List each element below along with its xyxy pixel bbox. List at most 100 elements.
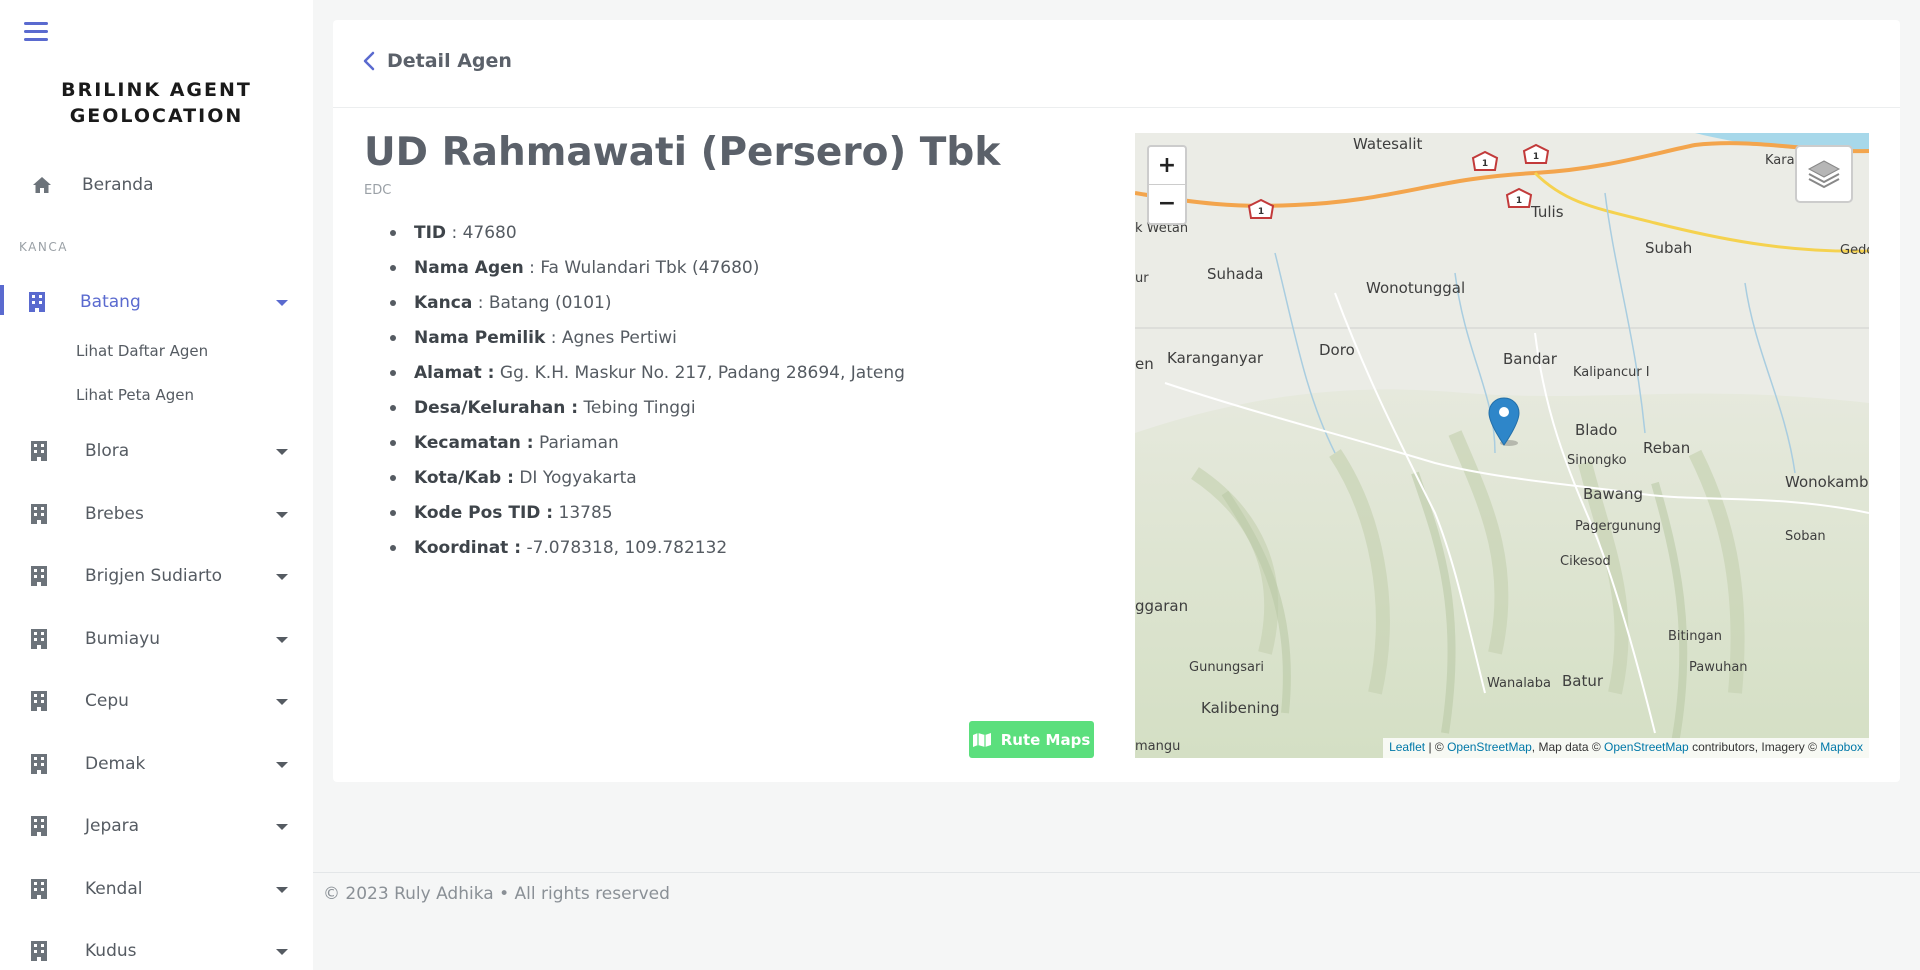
sidebar-item-blora[interactable]: Blora [0,430,313,474]
sidebar-item-label: Kendal [85,879,143,899]
map-attribution: Leaflet | © OpenStreetMap, Map data © Op… [1383,738,1869,758]
brand-line-2: GEOLOCATION [69,105,244,127]
map-place-label: Blado [1575,421,1618,439]
sidebar-item-jepara[interactable]: Jepara [0,805,313,849]
route-maps-label: Rute Maps [1000,730,1091,749]
chevron-down-icon [276,574,288,580]
sidebar-item-brebes[interactable]: Brebes [0,493,313,537]
building-icon [31,566,47,586]
detail-label: Nama Pemilik [414,328,546,348]
sidebar-subitem-daftar-agen[interactable]: Lihat Daftar Agen [76,342,208,360]
map-place-label: Bawang [1583,485,1643,503]
sidebar-item-kendal[interactable]: Kendal [0,868,313,912]
detail-nama-pemilik: Nama Pemilik : Agnes Pertiwi [384,327,905,362]
chevron-left-icon [363,51,375,71]
osm-link[interactable]: OpenStreetMap [1604,740,1689,754]
route-maps-button[interactable]: Rute Maps [969,721,1094,758]
building-icon [31,879,47,899]
sidebar-item-home[interactable]: Beranda [0,166,313,204]
agent-location-map[interactable]: 1 1 1 1 Watesalit Karangsari k Wetan Tul… [1135,133,1869,758]
sidebar-item-label: Brigjen Sudiarto [85,566,223,586]
chevron-down-icon [276,512,288,518]
map-place-label: Suhada [1207,265,1264,283]
layers-button[interactable] [1795,145,1853,203]
detail-value: Tebing Tinggi [583,398,696,418]
chevron-down-icon [276,949,288,955]
map-place-label: en [1135,355,1154,373]
chevron-down-icon [276,637,288,643]
detail-value: Fa Wulandari Tbk (47680) [540,258,760,278]
detail-label: Nama Agen [414,258,524,278]
building-icon [31,504,47,524]
map-place-label: Wonokamba [1785,473,1869,491]
detail-kota: Kota/Kab : DI Yogyakarta [384,467,905,502]
menu-toggle-icon[interactable] [24,22,48,42]
brand-title: BRILINK AGENT GEOLOCATION [0,77,313,129]
map-place-label: Watesalit [1353,135,1423,153]
detail-label: Kanca [414,293,473,313]
chevron-down-icon [276,300,288,306]
sidebar-item-bumiayu[interactable]: Bumiayu [0,618,313,662]
osm-link[interactable]: OpenStreetMap [1447,740,1532,754]
detail-label: Kecamatan : [414,433,534,453]
detail-separator: : [523,258,541,278]
footer-divider [313,872,1920,873]
zoom-in-button[interactable]: + [1149,147,1185,185]
home-icon [33,177,51,193]
chevron-down-icon [276,887,288,893]
sidebar-subitem-peta-agen[interactable]: Lihat Peta Agen [76,386,194,404]
sidebar-item-cepu[interactable]: Cepu [0,680,313,724]
map-place-label: Gedor [1840,243,1869,258]
map-place-label: Doro [1319,341,1355,359]
attribution-text: | © [1425,740,1448,754]
detail-label: Kota/Kab : [414,468,514,488]
building-icon [31,816,47,836]
agent-details-list: TID : 47680 Nama Agen : Fa Wulandari Tbk… [384,222,905,572]
sidebar-item-label: Cepu [85,691,129,711]
chevron-down-icon [276,762,288,768]
detail-value: Batang (0101) [488,293,612,313]
detail-separator: : [472,293,489,313]
location-marker-icon[interactable] [1487,397,1521,447]
sidebar-item-label: Blora [85,441,130,461]
detail-value: 47680 [462,223,517,243]
detail-value: Pariaman [538,433,619,453]
map-place-label: Batur [1562,672,1604,690]
sidebar-item-batang[interactable]: Batang [0,281,313,325]
detail-value: Agnes Pertiwi [561,328,677,348]
building-icon [29,292,45,312]
detail-separator: : [545,328,562,348]
map-place-label: Kalipancur I [1573,365,1650,380]
map-place-label: Wonotunggal [1366,279,1466,297]
agent-name: UD Rahmawati (Persero) Tbk [364,130,1001,175]
mapbox-link[interactable]: Mapbox [1820,740,1863,754]
sidebar: BRILINK AGENT GEOLOCATION Beranda KANCA … [0,0,313,970]
chevron-down-icon [276,449,288,455]
detail-value: -7.078318, 109.782132 [526,538,728,558]
detail-kecamatan: Kecamatan : Pariaman [384,432,905,467]
map-place-label: Wanalaba [1487,676,1551,691]
section-label-kanca: KANCA [19,240,68,254]
chevron-down-icon [276,824,288,830]
chevron-down-icon [276,699,288,705]
road-shield-label: 1 [1482,159,1488,169]
sidebar-item-label: Demak [85,754,146,774]
back-button[interactable]: Detail Agen [363,50,512,72]
detail-value: DI Yogyakarta [519,468,637,488]
sidebar-item-demak[interactable]: Demak [0,743,313,787]
map-place-label: Reban [1643,439,1691,457]
detail-label: Alamat : [414,363,495,383]
sidebar-item-kudus[interactable]: Kudus [0,930,313,970]
zoom-out-button[interactable]: − [1149,185,1185,223]
sidebar-item-brigjen-sudiarto[interactable]: Brigjen Sudiarto [0,555,313,599]
detail-tid: TID : 47680 [384,222,905,257]
agent-type: EDC [364,183,392,198]
sidebar-item-label: Bumiayu [85,629,160,649]
page-title: Detail Agen [387,50,512,72]
leaflet-link[interactable]: Leaflet [1389,740,1425,754]
detail-nama-agen: Nama Agen : Fa Wulandari Tbk (47680) [384,257,905,292]
sidebar-item-label: Beranda [82,175,154,195]
sidebar-item-label: Brebes [85,504,144,524]
map-place-label: Kalibening [1201,699,1280,717]
road-shield-label: 1 [1516,196,1522,206]
